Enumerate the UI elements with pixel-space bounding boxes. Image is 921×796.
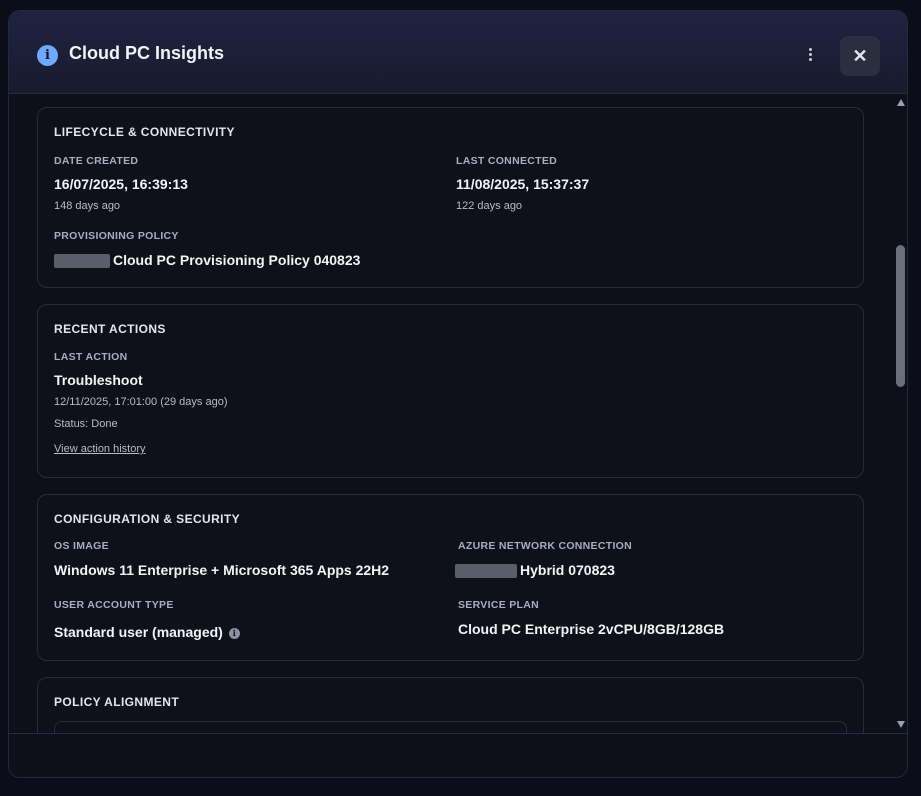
cloud-pc-insights-dialog: i Cloud PC Insights ✕ LIFECYCLE & CONNEC…: [8, 10, 908, 778]
redacted-block: [54, 254, 110, 269]
service-plan-value: Cloud PC Enterprise 2vCPU/8GB/128GB: [458, 621, 725, 637]
last-action-time: 12/11/2025, 17:01:00 (29 days ago): [54, 396, 228, 408]
user-account-type-row: Standard user (managed) i: [54, 624, 240, 640]
last-connected-label: LAST CONNECTED: [456, 155, 558, 167]
view-action-history-link[interactable]: View action history: [54, 443, 146, 455]
scroll-down-arrow-icon[interactable]: [897, 721, 905, 728]
lifecycle-connectivity-card: LIFECYCLE & CONNECTIVITY DATE CREATED 16…: [37, 107, 864, 288]
dialog-title: Cloud PC Insights: [69, 43, 224, 63]
info-icon: i: [37, 45, 58, 66]
info-icon[interactable]: i: [228, 627, 240, 639]
user-account-type-value: Standard user (managed): [54, 624, 223, 640]
more-options-button[interactable]: [797, 41, 823, 67]
recent-actions-card: RECENT ACTIONS LAST ACTION Troubleshoot …: [37, 304, 864, 478]
card-title: POLICY ALIGNMENT: [54, 695, 180, 709]
provisioning-policy-label: PROVISIONING POLICY: [54, 230, 179, 242]
dialog-footer: [9, 733, 907, 777]
policy-alignment-card: POLICY ALIGNMENT: [37, 677, 864, 733]
os-image-value: Windows 11 Enterprise + Microsoft 365 Ap…: [54, 562, 390, 578]
close-button[interactable]: ✕: [840, 36, 880, 76]
policy-alignment-panel: [54, 721, 847, 733]
last-action-value: Troubleshoot: [54, 372, 143, 388]
provisioning-policy-value: Cloud PC Provisioning Policy 040823: [113, 252, 361, 268]
date-created-label: DATE CREATED: [54, 155, 139, 167]
kebab-menu-icon: [808, 47, 812, 51]
last-connected-ago: 122 days ago: [456, 200, 523, 212]
azure-network-label: AZURE NETWORK CONNECTION: [458, 540, 633, 552]
os-image-label: OS IMAGE: [54, 540, 109, 552]
provisioning-policy-row: Cloud PC Provisioning Policy 040823: [54, 252, 361, 269]
card-title: RECENT ACTIONS: [54, 322, 166, 336]
redacted-block: [455, 564, 517, 579]
close-icon: ✕: [852, 45, 868, 66]
scrollbar-thumb[interactable]: [896, 245, 905, 387]
dialog-body[interactable]: LIFECYCLE & CONNECTIVITY DATE CREATED 16…: [9, 95, 893, 733]
last-action-status: Status: Done: [54, 418, 118, 430]
scroll-up-arrow-icon[interactable]: [897, 99, 905, 106]
date-created-value: 16/07/2025, 16:39:13: [54, 176, 188, 192]
user-account-type-label: USER ACCOUNT TYPE: [54, 599, 174, 611]
azure-network-value: Hybrid 070823: [520, 562, 615, 578]
dialog-header: i Cloud PC Insights ✕: [9, 11, 907, 94]
card-title: CONFIGURATION & SECURITY: [54, 512, 241, 526]
azure-network-row: Hybrid 070823: [455, 562, 615, 579]
vertical-scrollbar[interactable]: [893, 95, 907, 733]
last-action-label: LAST ACTION: [54, 351, 128, 363]
configuration-security-card: CONFIGURATION & SECURITY OS IMAGE Window…: [37, 494, 864, 661]
date-created-ago: 148 days ago: [54, 200, 121, 212]
service-plan-label: SERVICE PLAN: [458, 599, 540, 611]
last-connected-value: 11/08/2025, 15:37:37: [456, 176, 590, 192]
card-title: LIFECYCLE & CONNECTIVITY: [54, 125, 235, 139]
